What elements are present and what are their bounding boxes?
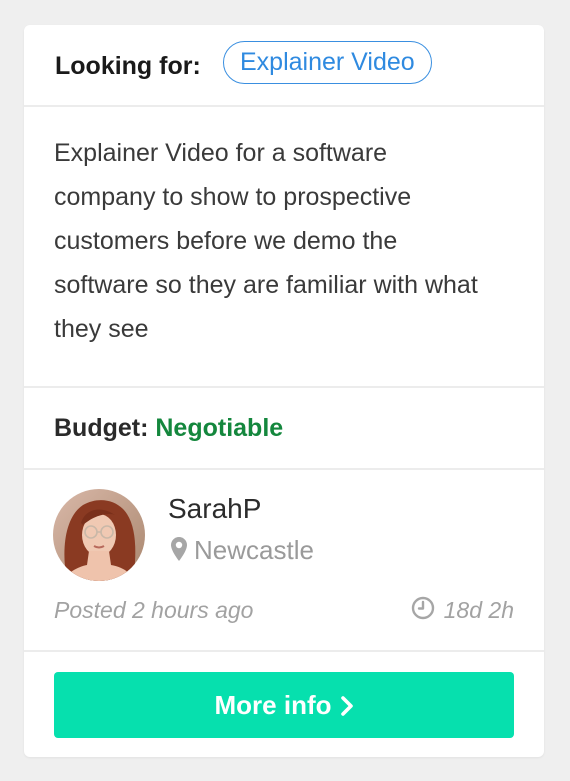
posted-time: Posted 2 hours ago: [54, 597, 254, 623]
looking-for-label: Looking for:: [55, 52, 201, 80]
chevron-right-icon: [340, 674, 354, 740]
request-description: Explainer Video for a software company t…: [54, 139, 478, 343]
category-tag[interactable]: Explainer Video: [223, 41, 432, 84]
description-section: Explainer Video for a software company t…: [24, 107, 544, 386]
divider: [24, 650, 544, 652]
budget-section: Budget: Negotiable: [24, 388, 544, 468]
more-info-button[interactable]: More info: [54, 672, 514, 738]
job-request-card: Looking for: Explainer Video Explainer V…: [24, 25, 544, 757]
map-pin-icon: [170, 536, 188, 569]
clock-icon: [411, 596, 435, 627]
poster-location: Newcastle: [170, 534, 314, 569]
looking-for-section: Looking for: Explainer Video: [24, 25, 544, 105]
avatar[interactable]: [53, 489, 145, 581]
budget-value: Negotiable: [155, 414, 284, 442]
budget-line: Budget: Negotiable: [54, 413, 283, 443]
time-remaining-text: 18d 2h: [443, 597, 514, 623]
time-remaining: 18d 2h: [411, 595, 514, 627]
poster-section: SarahP Newcastle Posted 2 hours ago 18d …: [24, 470, 544, 650]
more-info-label: More info: [214, 690, 332, 720]
location-text: Newcastle: [194, 535, 314, 565]
budget-label: Budget:: [54, 414, 149, 442]
poster-username[interactable]: SarahP: [168, 492, 261, 526]
avatar-photo: [53, 489, 145, 581]
